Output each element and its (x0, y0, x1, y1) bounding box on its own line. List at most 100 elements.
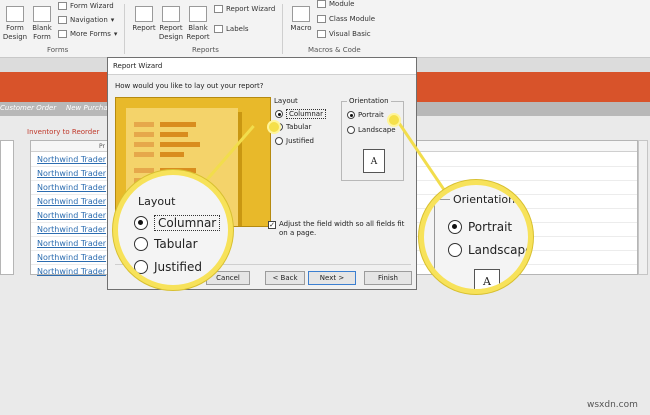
supplier-link[interactable]: Northwind Trader (37, 197, 106, 206)
labels-label: Labels (226, 25, 249, 33)
supplier-link[interactable]: Northwind Trader (37, 239, 106, 248)
blank-form-button[interactable]: Blank Form (30, 4, 54, 42)
ribbon: Form Design Blank Form Form Wizard Navig… (0, 0, 650, 58)
radio-selected-icon (448, 220, 462, 234)
dialog-title: Report Wizard (108, 58, 416, 75)
report-label: Report (132, 24, 156, 32)
preview-bar (134, 152, 154, 157)
radio-label: Tabular (154, 237, 198, 251)
supplier-link[interactable]: Northwind Trader (37, 225, 106, 234)
next-button[interactable]: Next > (308, 271, 356, 285)
layout-group: Layout Columnar Tabular Justified (274, 97, 332, 150)
preview-bar (160, 152, 184, 157)
orientation-portrait-radio[interactable]: Portrait (347, 111, 384, 119)
supplier-link[interactable]: Northwind Trader (37, 155, 106, 164)
radio-label: Columnar (154, 215, 221, 231)
supplier-link[interactable]: Northwind Trader (37, 183, 106, 192)
watermark: wsxdn.com (587, 400, 638, 410)
macro-button[interactable]: Macro (288, 4, 314, 33)
zoom-portrait-page-icon: A (474, 269, 500, 289)
vertical-scrollbar[interactable] (638, 140, 648, 275)
report-wizard-icon (214, 5, 223, 13)
group-separator (282, 4, 283, 54)
radio-icon (448, 243, 462, 257)
radio-icon (347, 126, 355, 134)
radio-label: Justified (154, 260, 202, 274)
preview-bar (134, 168, 154, 173)
visual-basic-button[interactable]: Visual Basic (317, 30, 371, 38)
report-button[interactable]: Report (132, 4, 156, 33)
layout-columnar-radio[interactable]: Columnar (275, 109, 326, 119)
radio-label: Justified (286, 137, 314, 145)
labels-button[interactable]: Labels (214, 25, 249, 33)
layout-group-label: Layout (274, 97, 298, 105)
layout-justified-radio[interactable]: Justified (275, 137, 314, 145)
visual-basic-icon (317, 30, 326, 38)
dialog-question: How would you like to lay out your repor… (115, 82, 264, 90)
report-icon (135, 6, 153, 22)
zoom-justified-radio: Justified (134, 260, 202, 274)
report-wizard-label: Report Wizard (226, 5, 276, 13)
navigation-label: Navigation (70, 16, 108, 24)
blank-form-icon (33, 6, 51, 22)
column-header-label: Pr (99, 143, 105, 150)
zoom-tabular-radio: Tabular (134, 237, 198, 251)
form-wizard-label: Form Wizard (70, 2, 114, 10)
zoom-orientation-callout: Orientation Portrait Landscape A (419, 180, 533, 294)
report-design-button[interactable]: Report Design (157, 4, 185, 42)
navigation-icon (58, 16, 67, 24)
zoom-columnar-radio: Columnar (134, 215, 221, 231)
preview-bar (160, 132, 188, 137)
macro-icon (292, 6, 310, 22)
portrait-page-icon: A (363, 149, 385, 173)
zoom-portrait-radio: Portrait (448, 220, 512, 234)
radio-icon (275, 137, 283, 145)
report-design-label: Report Design (158, 24, 184, 41)
navigation-button[interactable]: Navigation ▾ (58, 16, 114, 24)
finish-button[interactable]: Finish (364, 271, 412, 285)
dropdown-arrow-icon: ▾ (113, 30, 118, 38)
blank-form-label: Blank Form (32, 24, 52, 41)
radio-icon (134, 237, 148, 251)
blank-report-button[interactable]: Blank Report (185, 4, 211, 42)
macros-group-label: Macros & Code (308, 46, 361, 54)
zoom-orientation-label: Orientation (450, 193, 519, 206)
radio-label: Columnar (286, 109, 326, 119)
form-wizard-icon (58, 2, 67, 10)
more-forms-icon (58, 30, 67, 38)
checkbox-label: Adjust the field width so all fields fit… (279, 220, 405, 237)
radio-label: Portrait (358, 111, 384, 119)
class-module-button[interactable]: Class Module (317, 15, 375, 23)
supplier-link[interactable]: Northwind Trader (37, 267, 106, 276)
radio-icon (134, 260, 148, 274)
radio-label: Landscape (468, 243, 533, 257)
adjust-field-width-checkbox[interactable]: ✓ Adjust the field width so all fields f… (268, 220, 408, 238)
checkbox-checked-icon: ✓ (268, 221, 276, 229)
module-button[interactable]: Module (317, 0, 354, 8)
callout-dot-layout (267, 120, 281, 134)
supplier-link[interactable]: Northwind Trader (37, 211, 106, 220)
zoom-layout-label: Layout (138, 195, 176, 208)
class-module-label: Class Module (329, 15, 376, 23)
preview-bar (134, 132, 154, 137)
module-icon (317, 0, 326, 8)
forms-group-label: Forms (47, 46, 69, 54)
page-title: Inventory to Reorder (27, 128, 100, 136)
callout-dot-orientation (387, 113, 401, 127)
supplier-link[interactable]: Northwind Trader (37, 253, 106, 262)
form-design-button[interactable]: Form Design (2, 4, 28, 42)
blank-report-icon (189, 6, 207, 22)
form-wizard-button[interactable]: Form Wizard (58, 2, 114, 10)
back-button[interactable]: < Back (265, 271, 305, 285)
tab-customer-order[interactable]: Customer Order (0, 104, 56, 112)
more-forms-label: More Forms (70, 30, 111, 38)
radio-selected-icon (134, 216, 148, 230)
zoom-landscape-radio: Landscape (448, 243, 533, 257)
supplier-link[interactable]: Northwind Trader (37, 169, 106, 178)
radio-label: Landscape (358, 126, 396, 134)
radio-label: Portrait (468, 220, 513, 234)
orientation-landscape-radio[interactable]: Landscape (347, 126, 396, 134)
report-wizard-button[interactable]: Report Wizard (214, 5, 275, 13)
zoom-layout-callout: Layout Columnar Tabular Justified (113, 170, 233, 290)
more-forms-button[interactable]: More Forms ▾ (58, 30, 117, 38)
